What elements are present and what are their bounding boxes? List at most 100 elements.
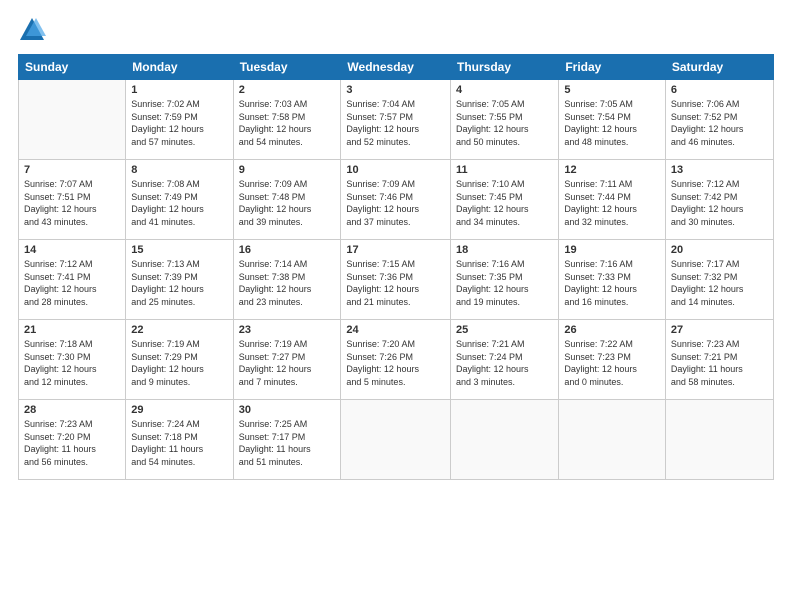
day-info: Sunrise: 7:10 AM Sunset: 7:45 PM Dayligh… — [456, 178, 553, 228]
day-info: Sunrise: 7:04 AM Sunset: 7:57 PM Dayligh… — [346, 98, 445, 148]
calendar-cell: 21 Sunrise: 7:18 AM Sunset: 7:30 PM Dayli… — [19, 320, 126, 400]
day-info: Sunrise: 7:21 AM Sunset: 7:24 PM Dayligh… — [456, 338, 553, 388]
calendar-cell: 19 Sunrise: 7:16 AM Sunset: 7:33 PM Dayli… — [559, 240, 666, 320]
calendar-cell: 4 Sunrise: 7:05 AM Sunset: 7:55 PM Daylig… — [451, 80, 559, 160]
calendar-week-4: 21 Sunrise: 7:18 AM Sunset: 7:30 PM Dayli… — [19, 320, 774, 400]
header-wednesday: Wednesday — [341, 55, 451, 80]
day-info: Sunrise: 7:02 AM Sunset: 7:59 PM Dayligh… — [131, 98, 227, 148]
calendar-cell: 22Sunrise: 7:19 AM Sunset: 7:29 PM Dayli… — [126, 320, 233, 400]
day-info: Sunrise: 7:23 AM Sunset: 7:21 PM Dayligh… — [671, 338, 768, 388]
calendar-cell — [451, 400, 559, 480]
day-info: Sunrise: 7:09 AM Sunset: 7:48 PM Dayligh… — [239, 178, 336, 228]
calendar-cell: 7 Sunrise: 7:07 AM Sunset: 7:51 PM Daylig… — [19, 160, 126, 240]
calendar-cell: 9 Sunrise: 7:09 AM Sunset: 7:48 PM Daylig… — [233, 160, 341, 240]
calendar-cell — [665, 400, 773, 480]
day-info: Sunrise: 7:05 AM Sunset: 7:55 PM Dayligh… — [456, 98, 553, 148]
day-info: Sunrise: 7:24 AM Sunset: 7:18 PM Dayligh… — [131, 418, 227, 468]
calendar-cell: 5 Sunrise: 7:05 AM Sunset: 7:54 PM Daylig… — [559, 80, 666, 160]
calendar-week-2: 7 Sunrise: 7:07 AM Sunset: 7:51 PM Daylig… — [19, 160, 774, 240]
calendar-cell: 1 Sunrise: 7:02 AM Sunset: 7:59 PM Daylig… — [126, 80, 233, 160]
calendar-cell: 26 Sunrise: 7:22 AM Sunset: 7:23 PM Dayli… — [559, 320, 666, 400]
day-number: 17 — [346, 244, 445, 256]
calendar-week-1: 1 Sunrise: 7:02 AM Sunset: 7:59 PM Daylig… — [19, 80, 774, 160]
calendar-cell: 10 Sunrise: 7:09 AM Sunset: 7:46 PM Dayli… — [341, 160, 451, 240]
calendar-cell: 12 Sunrise: 7:11 AM Sunset: 7:44 PM Dayli… — [559, 160, 666, 240]
calendar-cell: 27 Sunrise: 7:23 AM Sunset: 7:21 PM Dayli… — [665, 320, 773, 400]
calendar-cell — [341, 400, 451, 480]
day-info: Sunrise: 7:16 AM Sunset: 7:35 PM Dayligh… — [456, 258, 553, 308]
header-thursday: Thursday — [451, 55, 559, 80]
calendar-week-3: 14 Sunrise: 7:12 AM Sunset: 7:41 PM Dayli… — [19, 240, 774, 320]
day-info: Sunrise: 7:03 AM Sunset: 7:58 PM Dayligh… — [239, 98, 336, 148]
day-info: Sunrise: 7:08 AM Sunset: 7:49 PM Dayligh… — [131, 178, 227, 228]
calendar-cell: 3 Sunrise: 7:04 AM Sunset: 7:57 PM Daylig… — [341, 80, 451, 160]
day-info: Sunrise: 7:16 AM Sunset: 7:33 PM Dayligh… — [564, 258, 660, 308]
day-number: 3 — [346, 84, 445, 96]
calendar-cell: 2Sunrise: 7:03 AM Sunset: 7:58 PM Daylig… — [233, 80, 341, 160]
day-number: 28 — [24, 404, 120, 416]
calendar-cell: 11Sunrise: 7:10 AM Sunset: 7:45 PM Dayli… — [451, 160, 559, 240]
day-number: 14 — [24, 244, 120, 256]
day-number: 19 — [564, 244, 660, 256]
day-info: Sunrise: 7:22 AM Sunset: 7:23 PM Dayligh… — [564, 338, 660, 388]
day-info: Sunrise: 7:19 AM Sunset: 7:29 PM Dayligh… — [131, 338, 227, 388]
day-number: 27 — [671, 324, 768, 336]
day-info: Sunrise: 7:12 AM Sunset: 7:41 PM Dayligh… — [24, 258, 120, 308]
calendar-cell — [559, 400, 666, 480]
calendar-cell: 6 Sunrise: 7:06 AM Sunset: 7:52 PM Daylig… — [665, 80, 773, 160]
day-info: Sunrise: 7:19 AM Sunset: 7:27 PM Dayligh… — [239, 338, 336, 388]
day-number: 24 — [346, 324, 445, 336]
day-number: 25 — [456, 324, 553, 336]
calendar-cell: 29 Sunrise: 7:24 AM Sunset: 7:18 PM Dayli… — [126, 400, 233, 480]
day-info: Sunrise: 7:05 AM Sunset: 7:54 PM Dayligh… — [564, 98, 660, 148]
page-header — [18, 16, 774, 44]
calendar-cell: 17 Sunrise: 7:15 AM Sunset: 7:36 PM Dayli… — [341, 240, 451, 320]
day-number: 8 — [131, 164, 227, 176]
calendar-cell — [19, 80, 126, 160]
calendar-cell: 13Sunrise: 7:12 AM Sunset: 7:42 PM Dayli… — [665, 160, 773, 240]
day-number: 26 — [564, 324, 660, 336]
header-saturday: Saturday — [665, 55, 773, 80]
day-info: Sunrise: 7:15 AM Sunset: 7:36 PM Dayligh… — [346, 258, 445, 308]
day-number: 30 — [239, 404, 336, 416]
day-number: 16 — [239, 244, 336, 256]
calendar-cell: 15 Sunrise: 7:13 AM Sunset: 7:39 PM Dayli… — [126, 240, 233, 320]
day-info: Sunrise: 7:12 AM Sunset: 7:42 PM Dayligh… — [671, 178, 768, 228]
day-number: 9 — [239, 164, 336, 176]
day-number: 5 — [564, 84, 660, 96]
day-info: Sunrise: 7:11 AM Sunset: 7:44 PM Dayligh… — [564, 178, 660, 228]
calendar-cell: 30Sunrise: 7:25 AM Sunset: 7:17 PM Dayli… — [233, 400, 341, 480]
day-info: Sunrise: 7:14 AM Sunset: 7:38 PM Dayligh… — [239, 258, 336, 308]
day-number: 20 — [671, 244, 768, 256]
calendar-header-row: SundayMondayTuesdayWednesdayThursdayFrid… — [19, 55, 774, 80]
day-info: Sunrise: 7:07 AM Sunset: 7:51 PM Dayligh… — [24, 178, 120, 228]
day-number: 23 — [239, 324, 336, 336]
day-info: Sunrise: 7:18 AM Sunset: 7:30 PM Dayligh… — [24, 338, 120, 388]
calendar-cell: 14 Sunrise: 7:12 AM Sunset: 7:41 PM Dayli… — [19, 240, 126, 320]
logo — [18, 16, 50, 44]
day-number: 1 — [131, 84, 227, 96]
header-sunday: Sunday — [19, 55, 126, 80]
calendar-week-5: 28 Sunrise: 7:23 AM Sunset: 7:20 PM Dayli… — [19, 400, 774, 480]
day-info: Sunrise: 7:13 AM Sunset: 7:39 PM Dayligh… — [131, 258, 227, 308]
logo-icon — [18, 16, 46, 44]
day-info: Sunrise: 7:06 AM Sunset: 7:52 PM Dayligh… — [671, 98, 768, 148]
calendar-cell: 20 Sunrise: 7:17 AM Sunset: 7:32 PM Dayli… — [665, 240, 773, 320]
day-number: 6 — [671, 84, 768, 96]
day-info: Sunrise: 7:17 AM Sunset: 7:32 PM Dayligh… — [671, 258, 768, 308]
day-number: 21 — [24, 324, 120, 336]
day-number: 15 — [131, 244, 227, 256]
calendar-cell: 24Sunrise: 7:20 AM Sunset: 7:26 PM Dayli… — [341, 320, 451, 400]
day-info: Sunrise: 7:09 AM Sunset: 7:46 PM Dayligh… — [346, 178, 445, 228]
day-number: 29 — [131, 404, 227, 416]
day-number: 7 — [24, 164, 120, 176]
day-number: 18 — [456, 244, 553, 256]
day-info: Sunrise: 7:23 AM Sunset: 7:20 PM Dayligh… — [24, 418, 120, 468]
day-number: 10 — [346, 164, 445, 176]
day-number: 4 — [456, 84, 553, 96]
calendar-cell: 18 Sunrise: 7:16 AM Sunset: 7:35 PM Dayli… — [451, 240, 559, 320]
day-number: 12 — [564, 164, 660, 176]
calendar-cell: 16 Sunrise: 7:14 AM Sunset: 7:38 PM Dayli… — [233, 240, 341, 320]
calendar-cell: 8 Sunrise: 7:08 AM Sunset: 7:49 PM Daylig… — [126, 160, 233, 240]
calendar-cell: 28 Sunrise: 7:23 AM Sunset: 7:20 PM Dayli… — [19, 400, 126, 480]
